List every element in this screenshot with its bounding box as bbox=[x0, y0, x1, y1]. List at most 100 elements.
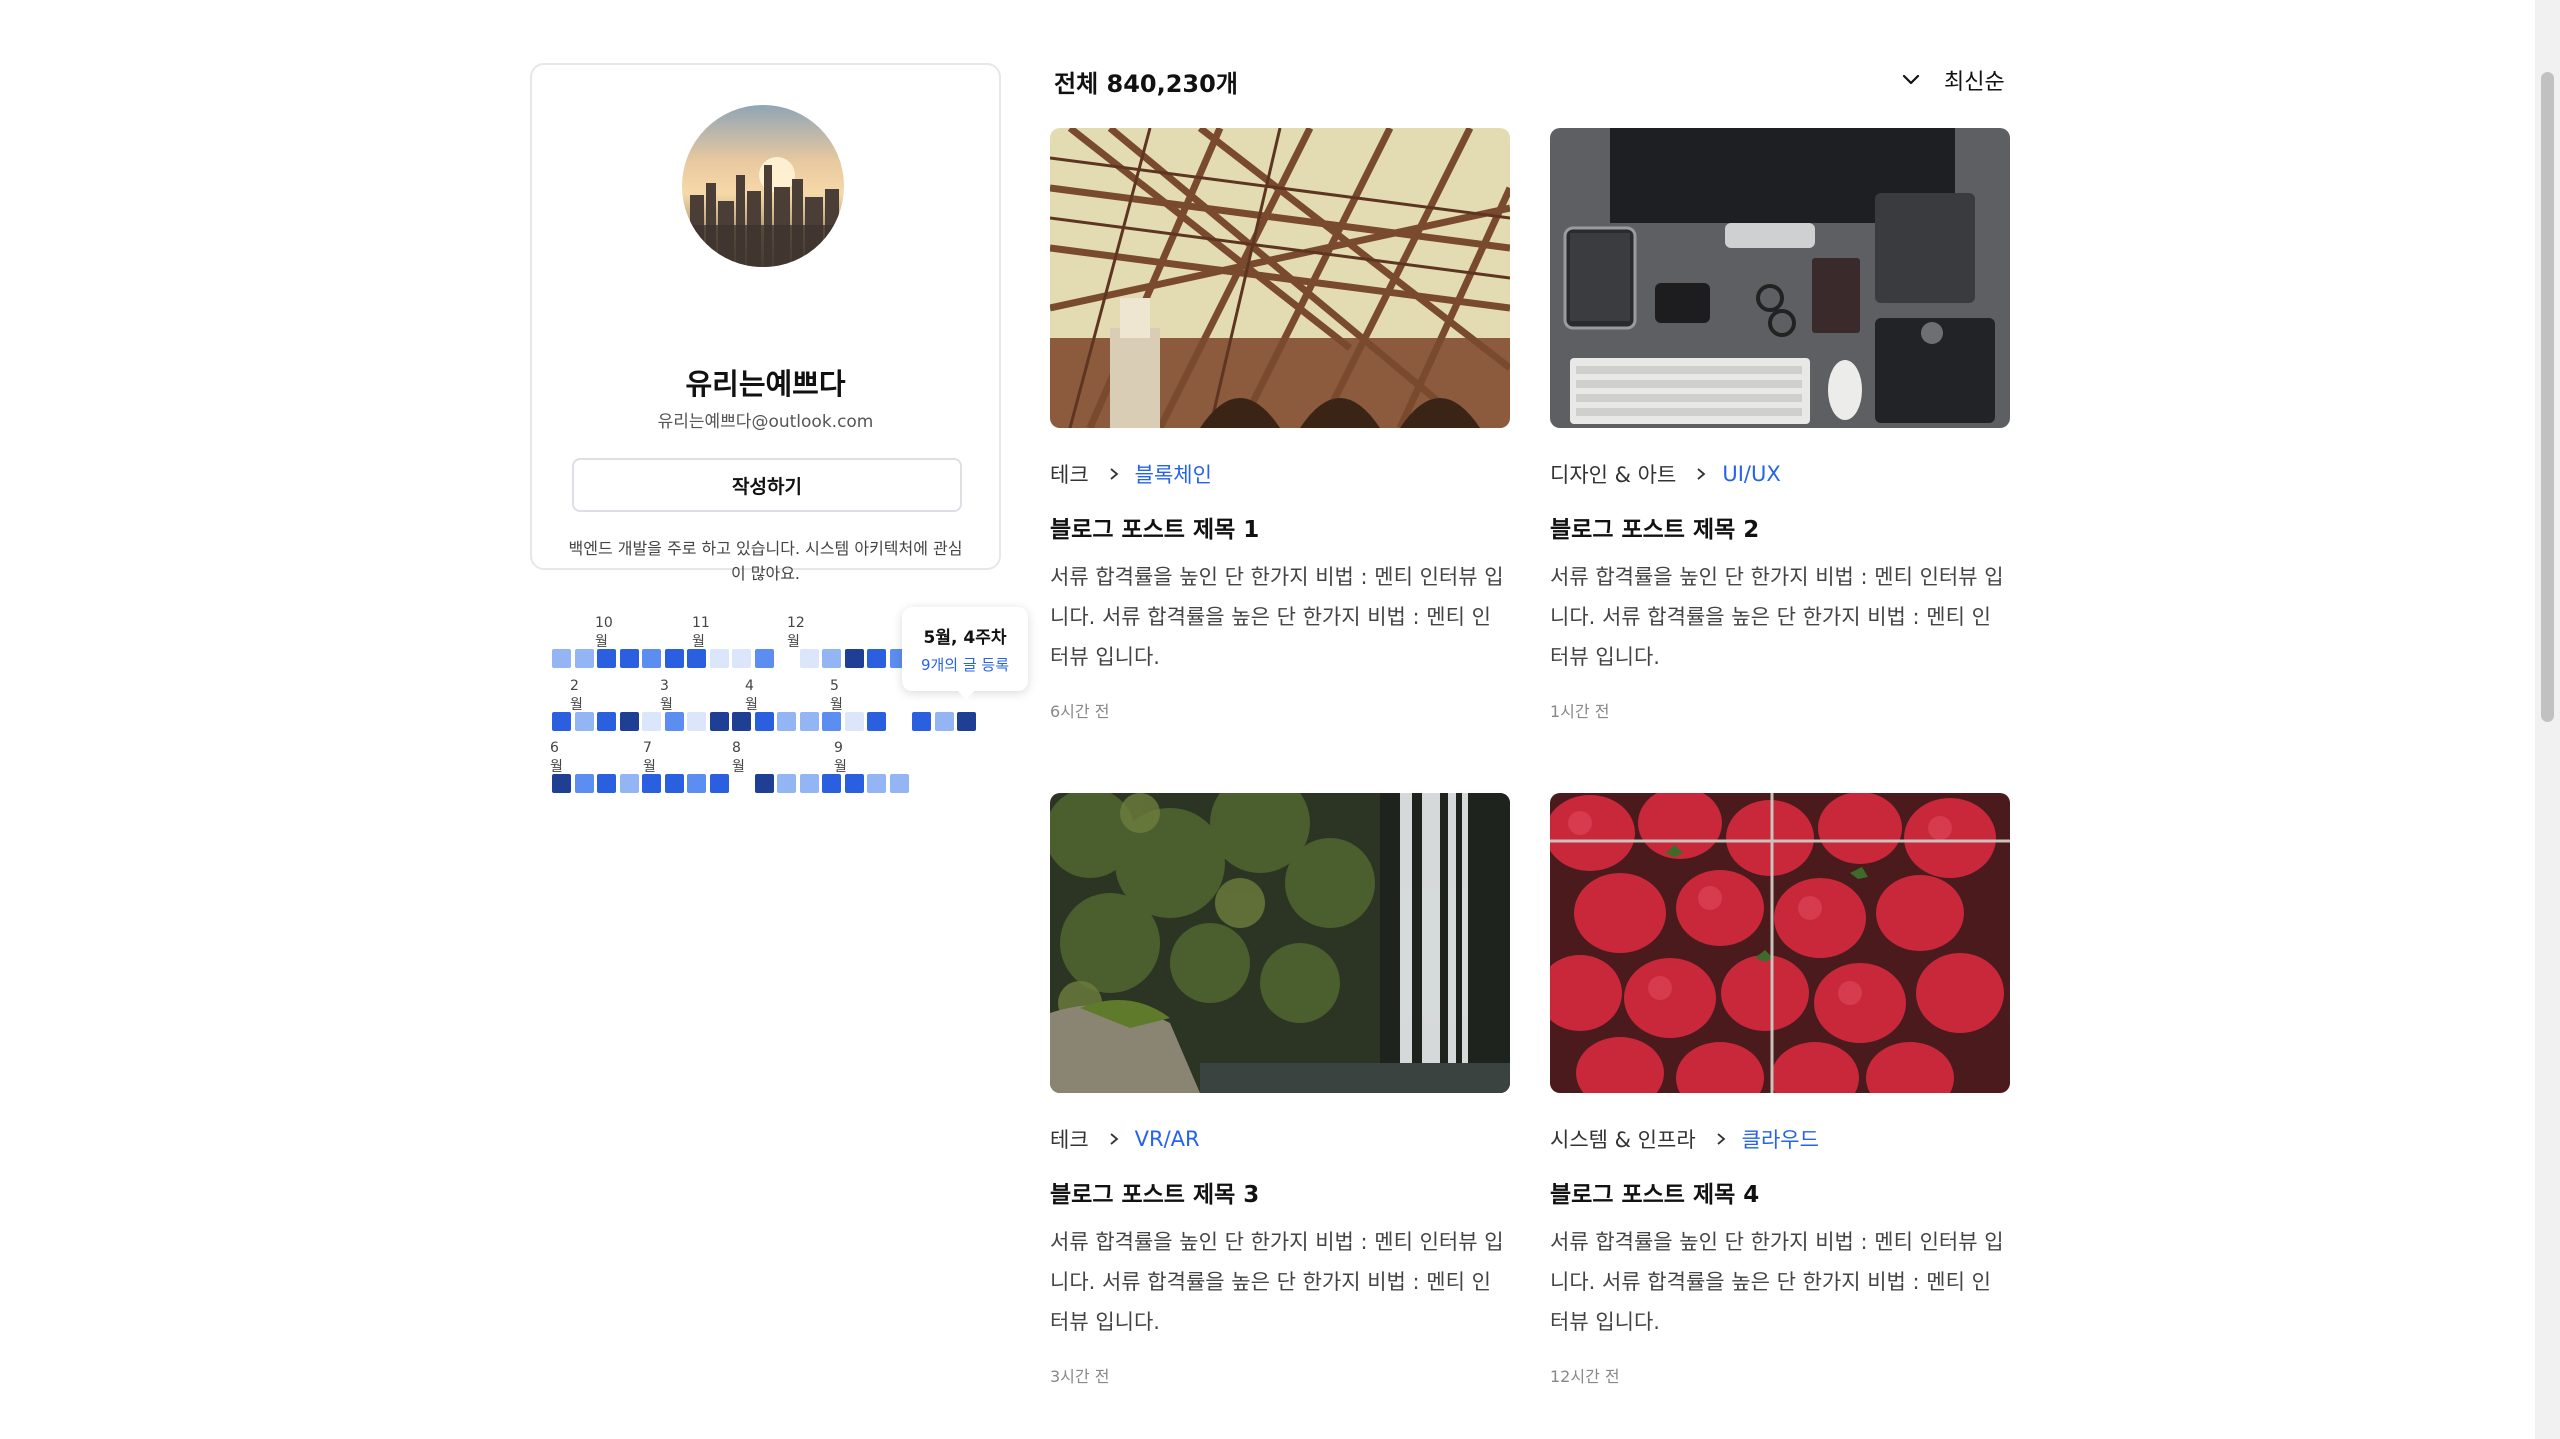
post-category-main[interactable]: 테크 bbox=[1050, 459, 1089, 489]
heatmap-cell[interactable] bbox=[552, 712, 571, 731]
chevron-right-icon bbox=[1697, 468, 1706, 480]
chevron-right-icon bbox=[1110, 468, 1119, 480]
heatmap-cell[interactable] bbox=[754, 649, 774, 668]
post-category: 시스템 & 인프라 클라우드 bbox=[1550, 1124, 1819, 1154]
post-thumbnail[interactable] bbox=[1550, 793, 2010, 1093]
heatmap-cell[interactable] bbox=[844, 774, 864, 793]
post-thumbnail[interactable] bbox=[1050, 793, 1510, 1093]
heatmap-cell[interactable] bbox=[687, 649, 706, 668]
post-category-main[interactable]: 테크 bbox=[1050, 1124, 1089, 1154]
heatmap-cell[interactable] bbox=[709, 774, 729, 793]
heatmap-cell[interactable] bbox=[664, 712, 684, 731]
heatmap-cell[interactable] bbox=[799, 712, 819, 731]
post-category-sub[interactable]: VR/AR bbox=[1135, 1127, 1200, 1151]
heatmap-cell[interactable] bbox=[754, 712, 774, 731]
heatmap-cell[interactable] bbox=[642, 649, 661, 668]
chevron-right-icon bbox=[1110, 1133, 1119, 1145]
heatmap-cell[interactable] bbox=[619, 712, 639, 731]
heatmap-cell[interactable] bbox=[619, 649, 639, 668]
heatmap-cell[interactable] bbox=[597, 649, 616, 668]
heatmap-cell[interactable] bbox=[799, 649, 819, 668]
post-time: 3시간 전 bbox=[1050, 1367, 1110, 1386]
heatmap-cell[interactable] bbox=[799, 774, 819, 793]
heatmap-month-label: 11월 bbox=[692, 615, 710, 650]
heatmap-cell[interactable] bbox=[867, 712, 886, 731]
heatmap-cell[interactable] bbox=[732, 712, 751, 731]
heatmap-cell[interactable] bbox=[777, 649, 796, 668]
scrollbar-thumb[interactable] bbox=[2541, 72, 2554, 722]
heatmap-cell[interactable] bbox=[754, 774, 774, 793]
post-title[interactable]: 블로그 포스트 제목 2 bbox=[1550, 510, 1759, 544]
heatmap-cell[interactable] bbox=[934, 712, 954, 731]
post-title[interactable]: 블로그 포스트 제목 4 bbox=[1550, 1175, 1759, 1209]
total-post-count: 전체 840,230개 bbox=[1054, 70, 1238, 98]
post-category-sub[interactable]: 클라우드 bbox=[1742, 1124, 1819, 1154]
heatmap-cell[interactable] bbox=[642, 712, 661, 731]
tooltip-subtitle: 9개의 글 등록 bbox=[920, 656, 1010, 674]
heatmap-cell[interactable] bbox=[957, 712, 976, 731]
heatmap-cell[interactable] bbox=[642, 774, 661, 793]
heatmap-cell[interactable] bbox=[552, 774, 571, 793]
write-button[interactable]: 작성하기 bbox=[572, 458, 962, 512]
heatmap-cell[interactable] bbox=[597, 712, 616, 731]
heatmap-cell[interactable] bbox=[844, 649, 864, 668]
post-time: 12시간 전 bbox=[1550, 1367, 1620, 1386]
post-excerpt: 서류 합격률을 높인 단 한가지 비법 : 멘티 인터뷰 입니다. 서류 합격률… bbox=[1050, 1230, 1504, 1334]
heatmap-month-label: 2월 bbox=[570, 678, 583, 713]
post-category: 디자인 & 아트 UI/UX bbox=[1550, 459, 1781, 489]
heatmap-cell[interactable] bbox=[777, 712, 796, 731]
post-thumbnail[interactable] bbox=[1050, 128, 1510, 428]
heatmap-cell[interactable] bbox=[889, 712, 909, 731]
heatmap-cell[interactable] bbox=[822, 649, 841, 668]
post-title[interactable]: 블로그 포스트 제목 1 bbox=[1050, 510, 1259, 544]
heatmap-tooltip: 5월, 4주차 9개의 글 등록 bbox=[902, 607, 1028, 700]
sort-dropdown[interactable]: 최신순 bbox=[1900, 62, 2005, 98]
heatmap-month-label: 9월 bbox=[834, 740, 847, 775]
heatmap-cell[interactable] bbox=[574, 712, 594, 731]
heatmap-month-label: 6월 bbox=[550, 740, 563, 775]
heatmap-month-label: 8월 bbox=[732, 740, 745, 775]
heatmap-cell[interactable] bbox=[687, 712, 706, 731]
heatmap-cell[interactable] bbox=[867, 774, 886, 793]
heatmap-cell[interactable] bbox=[574, 649, 594, 668]
heatmap-cell[interactable] bbox=[822, 774, 841, 793]
heatmap-cell[interactable] bbox=[912, 712, 931, 731]
post-category-main[interactable]: 시스템 & 인프라 bbox=[1550, 1124, 1696, 1154]
heatmap-cell[interactable] bbox=[552, 649, 571, 668]
heatmap-cell[interactable] bbox=[574, 774, 594, 793]
heatmap-cell[interactable] bbox=[597, 774, 616, 793]
heatmap-month-label: 5월 bbox=[830, 678, 843, 713]
chevron-right-icon bbox=[1717, 1133, 1726, 1145]
heatmap-cell[interactable] bbox=[889, 774, 909, 793]
avatar-city-image bbox=[682, 105, 844, 267]
profile-bio: 백엔드 개발을 주로 하고 있습니다. 시스템 아키텍처에 관심이 많아요. bbox=[568, 539, 963, 583]
post-thumbnail[interactable] bbox=[1550, 128, 2010, 428]
heatmap-cell[interactable] bbox=[844, 712, 864, 731]
avatar[interactable] bbox=[682, 105, 844, 267]
post-excerpt: 서류 합격률을 높인 단 한가지 비법 : 멘티 인터뷰 입니다. 서류 합격률… bbox=[1050, 565, 1504, 669]
heatmap-cell[interactable] bbox=[687, 774, 706, 793]
heatmap-month-label: 10월 bbox=[595, 615, 613, 650]
post-title[interactable]: 블로그 포스트 제목 3 bbox=[1050, 1175, 1259, 1209]
post-time: 6시간 전 bbox=[1050, 702, 1110, 721]
heatmap-cell[interactable] bbox=[619, 774, 639, 793]
heatmap-cell[interactable] bbox=[664, 774, 684, 793]
page-scrollbar[interactable] bbox=[2535, 0, 2560, 1439]
post-category: 테크 블록체인 bbox=[1050, 459, 1212, 489]
post-category-sub[interactable]: UI/UX bbox=[1722, 462, 1780, 486]
chevron-down-icon bbox=[1902, 74, 1920, 85]
sort-label: 최신순 bbox=[1944, 70, 2005, 95]
post-category: 테크 VR/AR bbox=[1050, 1124, 1200, 1154]
post-category-sub[interactable]: 블록체인 bbox=[1135, 459, 1212, 489]
heatmap-cell[interactable] bbox=[732, 774, 751, 793]
heatmap-cell[interactable] bbox=[664, 649, 684, 668]
heatmap-cell[interactable] bbox=[777, 774, 796, 793]
tooltip-arrow bbox=[957, 690, 975, 700]
heatmap-cell[interactable] bbox=[822, 712, 841, 731]
tooltip-title: 5월, 4주차 bbox=[923, 628, 1007, 648]
heatmap-cell[interactable] bbox=[867, 649, 886, 668]
heatmap-cell[interactable] bbox=[709, 712, 729, 731]
post-category-main[interactable]: 디자인 & 아트 bbox=[1550, 459, 1676, 489]
heatmap-cell[interactable] bbox=[709, 649, 729, 668]
heatmap-cell[interactable] bbox=[732, 649, 751, 668]
